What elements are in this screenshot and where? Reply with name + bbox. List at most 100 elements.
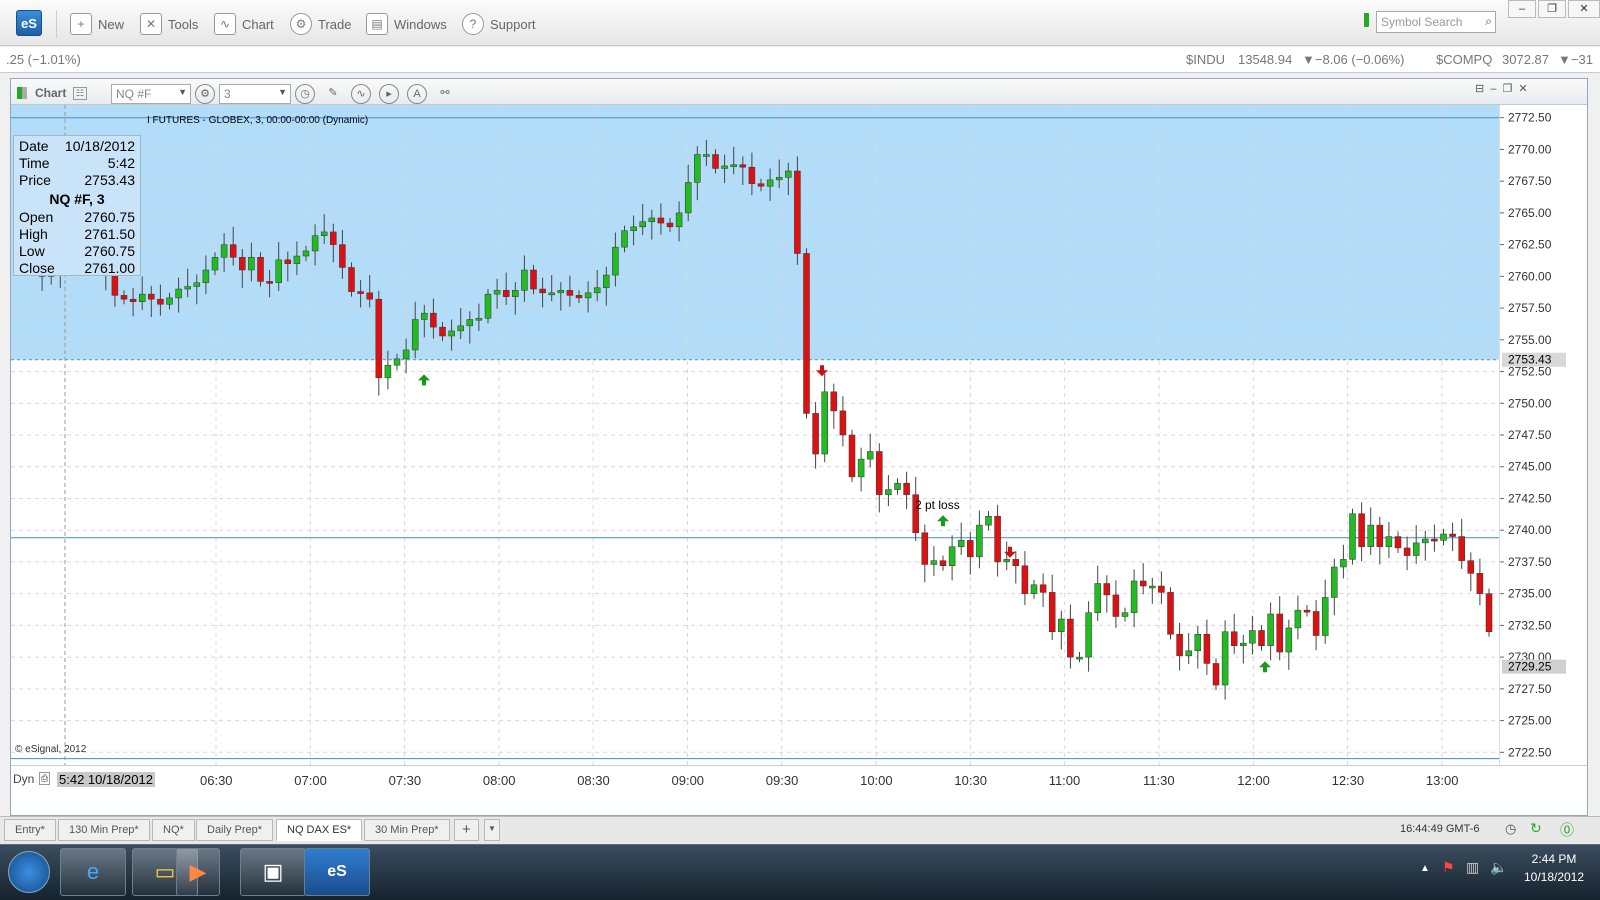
price-chart-plot[interactable]: I FUTURES - GLOBEX, 3, 00:00-00:00 (Dyna… [11,105,1499,765]
candle-body [1012,559,1020,566]
search-icon[interactable]: ⌕ [1485,14,1492,29]
candle-body [1440,533,1447,541]
play-icon[interactable]: ▸ [379,84,399,104]
candle-body [548,292,555,296]
y-tick-label: 2747.50 [1508,428,1552,442]
candle-body [1203,634,1211,664]
study-icon[interactable]: ∿ [351,84,371,104]
start-button[interactable] [8,851,50,893]
candle-body [566,290,574,296]
trade-label: Trade [318,16,352,32]
candle-body [730,164,737,167]
tray-expand-icon[interactable]: ▲ [1420,863,1430,874]
clock-icon[interactable]: ◷ [295,84,315,104]
symbol-search-placeholder: Symbol Search [1381,15,1463,29]
close-button[interactable]: ✕ [1568,0,1600,18]
restore-button[interactable]: ❐ [1538,0,1566,18]
tools-button[interactable]: ✕ Tools [140,12,198,36]
candle-body [857,458,865,478]
candle-body [967,540,974,558]
network-taskbar-icon[interactable]: ▣ [240,848,306,896]
text-icon[interactable]: A [407,84,427,104]
x-tick-label: 06:30 [200,773,233,788]
candle-body [257,257,264,282]
candle-body [448,330,455,337]
tray-volume-icon[interactable]: 🔈 [1490,859,1507,876]
minimize-button[interactable]: – [1508,0,1536,18]
time-axis[interactable]: Dyn ⎙ 5:42 10/18/2012 06:30 07:00 07:30 08:… [11,765,1587,793]
candle-body [1249,630,1256,644]
symbol-search-input[interactable]: Symbol Search ⌕ [1376,11,1496,33]
tab-entry[interactable]: Entry* [4,819,56,841]
tab-menu-button[interactable]: ▼ [484,819,500,841]
link-chain-icon[interactable]: ⚯ [435,84,455,104]
candle-body [484,293,492,319]
refresh-icon[interactable]: ↻ [1530,820,1542,837]
info-title: NQ #F, 3 [49,191,105,207]
candle-body [803,253,810,414]
ticker-compq-symbol[interactable]: $COMPQ [1436,52,1492,67]
candle-body [666,222,674,228]
candle-body [930,560,938,565]
candle-body [502,290,510,297]
app-logo[interactable]: eS [16,10,42,36]
pencil-icon[interactable]: ✎ [323,84,343,104]
candle-body [229,244,237,258]
system-clock[interactable]: 2:44 PM 10/18/2012 [1520,850,1588,886]
candle-body [539,288,546,294]
candle-body [1285,627,1293,653]
candle-body [339,244,346,268]
candle-body [430,312,437,328]
add-tab-button[interactable]: + [454,819,479,841]
chart-header: Chart ☷ NQ #F ▼ ⚙ 3 ▼ ◷ ✎ ∿ ▸ A ⚯ ⊟ – ❐ ✕ [11,79,1587,105]
tab-130-min-prep[interactable]: 130 Min Prep* [58,819,150,841]
tab-nq[interactable]: NQ* [152,819,195,841]
windows-button[interactable]: ▤ Windows [366,12,447,36]
candle-body [675,212,683,228]
ie-taskbar-icon[interactable]: e [60,848,126,896]
candle-body [275,259,282,283]
tab-30-min-prep[interactable]: 30 Min Prep* [364,819,450,841]
ticker-indu-symbol[interactable]: $INDU [1186,52,1225,67]
tray-network-icon[interactable]: ▥ [1466,859,1479,876]
candle-body [357,291,364,294]
interval-dropdown[interactable]: 3 ▼ [219,84,291,104]
clock-status-icon[interactable]: ◷ [1505,821,1516,837]
esignal-taskbar-icon[interactable]: eS [304,848,370,896]
symbol-dropdown[interactable]: NQ #F ▼ [111,84,191,104]
ticker-compq-change: ▼−31 [1558,52,1593,67]
candle-body [921,532,929,565]
tab-nq-dax-es[interactable]: NQ DAX ES* [276,819,363,841]
settings-icon[interactable]: ⚙ [195,84,215,104]
candle-body [1312,611,1320,636]
candle-body [1467,560,1475,574]
candle-body [948,546,956,566]
candle-body [1130,580,1138,613]
candle-body [138,293,146,302]
candle-body [411,319,419,351]
support-button[interactable]: ? Support [462,12,536,36]
connection-status-icon [1364,13,1369,27]
new-button[interactable]: + New [70,12,124,36]
candle-body [1422,538,1429,544]
tray-flag-icon[interactable]: ⚑ [1442,859,1455,876]
window-controls[interactable]: ⊟ – ❐ ✕ [1475,82,1528,95]
help-circle-icon[interactable]: ⓪ [1560,820,1574,840]
chart-label: Chart [242,16,274,32]
y-tick-label: 2772.50 [1508,111,1552,125]
candle-body [584,292,592,299]
trade-button[interactable]: ⚙ Trade [290,12,351,36]
chart-subtitle: I FUTURES - GLOBEX, 3, 00:00-00:00 (Dyna… [147,115,369,126]
candle-body [821,391,828,455]
candle-body [1139,580,1147,587]
candle-body [1212,663,1220,686]
candle-body [439,326,446,337]
link-icon[interactable]: ☷ [73,87,88,100]
candlestick-chart[interactable] [11,105,1499,765]
media-player-taskbar-icon[interactable]: ▶ [176,848,220,896]
tab-daily-prep[interactable]: Daily Prep* [196,819,274,841]
chart-button[interactable]: ∿ Chart [214,12,274,36]
price-axis[interactable]: 2772.50 2770.00 2767.50 2765.00 2762.50 2760.… [1499,105,1587,765]
y-tick-label: 2767.50 [1508,174,1552,188]
price-axis-svg: 2772.50 2770.00 2767.50 2765.00 2762.50 2760.… [1500,111,1566,759]
